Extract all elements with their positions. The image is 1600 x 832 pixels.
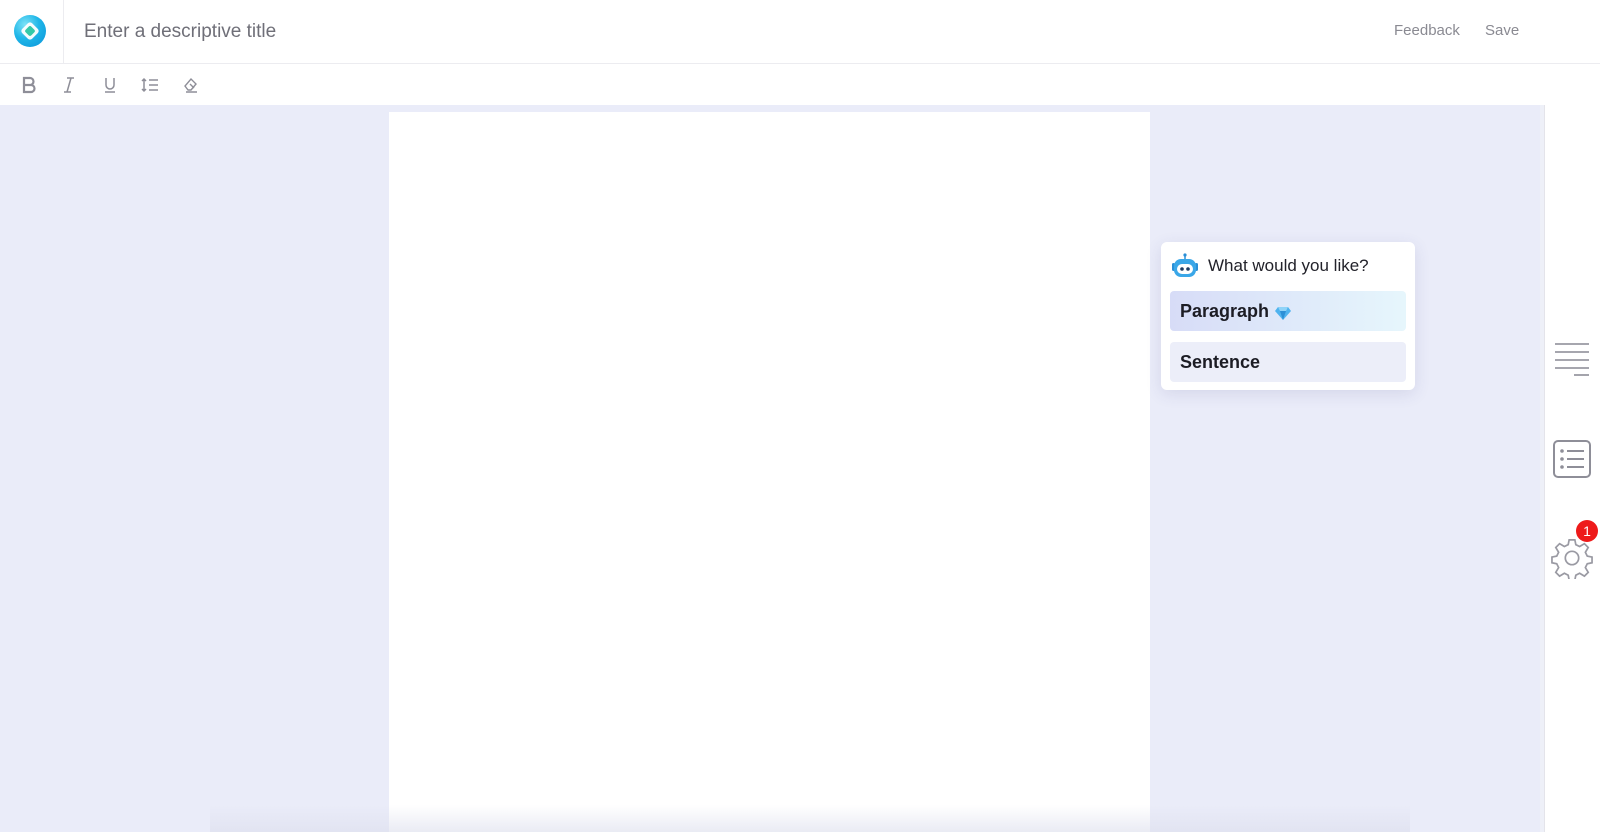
header-divider <box>63 0 64 64</box>
list-icon <box>1553 440 1591 478</box>
gear-icon <box>1551 539 1593 579</box>
line-spacing-button[interactable] <box>138 73 162 97</box>
app-logo-icon[interactable] <box>14 15 46 47</box>
eraser-icon <box>184 77 197 93</box>
ai-suggestion-popup: What would you like? Paragraph Sentence <box>1161 242 1415 390</box>
document-page[interactable] <box>389 112 1150 832</box>
right-sidebar: 1 <box>1544 105 1600 832</box>
sidebar-settings-button[interactable]: 1 <box>1551 520 1598 580</box>
save-button[interactable]: Save <box>1485 22 1519 39</box>
robot-icon <box>1170 253 1200 279</box>
sidebar-text-align-button[interactable] <box>1551 338 1593 380</box>
diamond-icon <box>1275 304 1292 320</box>
italic-icon <box>64 77 74 93</box>
title-input[interactable] <box>84 14 784 50</box>
underline-button[interactable] <box>98 73 122 97</box>
clear-format-button[interactable] <box>179 73 203 97</box>
sentence-option-label: Sentence <box>1180 351 1261 372</box>
popup-title: What would you like? <box>1208 256 1369 275</box>
paragraph-option[interactable]: Paragraph <box>1170 291 1406 331</box>
format-toolbar <box>0 65 1600 105</box>
text-align-icon <box>1555 343 1589 376</box>
sentence-option[interactable]: Sentence <box>1170 342 1406 382</box>
underline-icon <box>105 78 115 93</box>
notification-badge: 1 <box>1576 520 1598 542</box>
sidebar-list-button[interactable] <box>1551 438 1593 480</box>
bold-button[interactable] <box>17 73 41 97</box>
paragraph-option-label: Paragraph <box>1180 300 1270 321</box>
line-spacing-icon <box>141 77 158 93</box>
popup-header: What would you like? <box>1170 252 1369 280</box>
feedback-button[interactable]: Feedback <box>1394 22 1460 39</box>
italic-button[interactable] <box>57 73 81 97</box>
editor-workspace <box>0 105 1544 832</box>
bold-icon <box>22 76 36 94</box>
top-header: Feedback Save <box>0 0 1600 64</box>
